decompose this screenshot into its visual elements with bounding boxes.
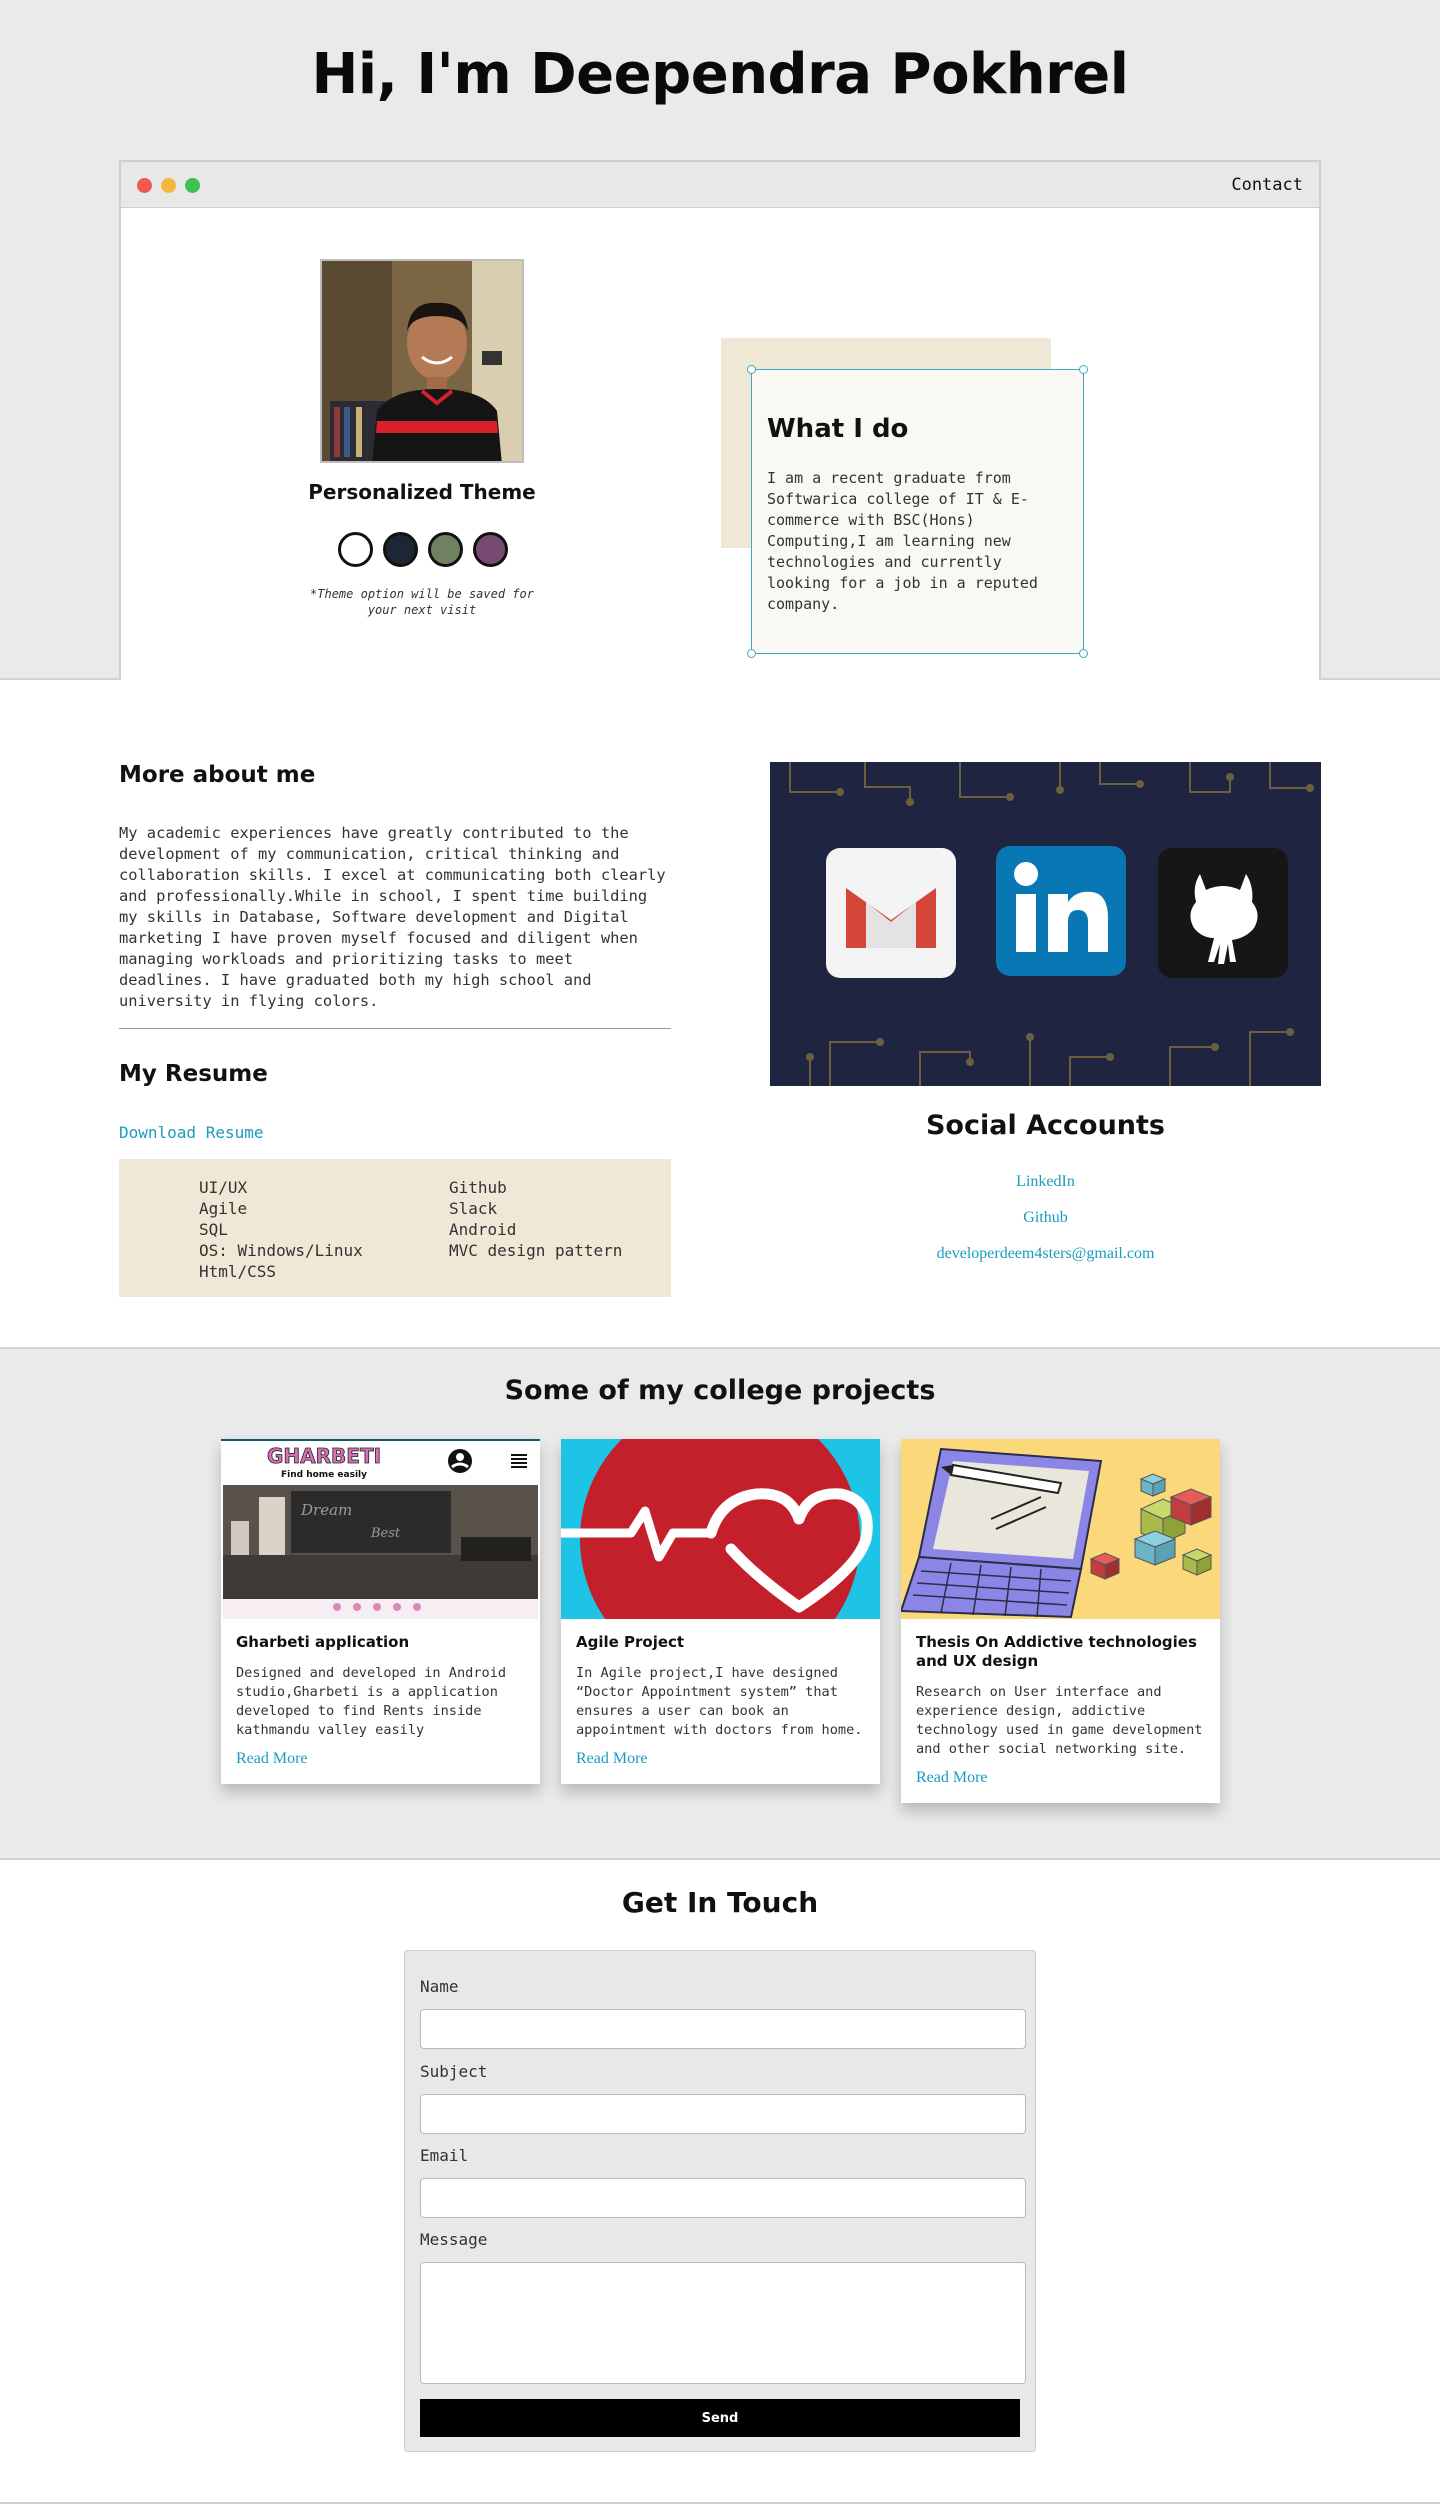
what-i-do-card: What I do I am a recent graduate from So… xyxy=(747,365,1088,658)
theme-note: *Theme option will be saved for your nex… xyxy=(310,587,534,617)
resize-handle-icon xyxy=(1079,649,1088,658)
gharbeti-brand: GHARBETI xyxy=(267,1444,381,1468)
skills-box: UI/UX Agile SQL OS: Windows/Linux Html/C… xyxy=(119,1159,671,1297)
about-title: More about me xyxy=(119,762,316,788)
gharbeti-tagline: Find home easily xyxy=(281,1470,367,1480)
resume-title: My Resume xyxy=(119,1061,268,1087)
theme-swatch-white[interactable] xyxy=(338,532,373,567)
page-title: Hi, I'm Deependra Pokhrel xyxy=(311,42,1129,107)
resize-handle-icon xyxy=(747,649,756,658)
theme-title: Personalized Theme xyxy=(308,480,536,504)
project-description: In Agile project,I have designed “Doctor… xyxy=(576,1665,863,1738)
theme-swatches xyxy=(338,532,508,567)
projects-section: Some of my college projects GHARBETI Fin… xyxy=(0,1347,1440,1860)
browser-window-mockup: Contact Personalized Theme *Theme option… xyxy=(119,160,1321,680)
project-card-gharbeti: GHARBETI Find home easily Dream Best Gha… xyxy=(221,1439,540,1784)
project-card-agile: Agile Project In Agile project,I have de… xyxy=(561,1439,880,1784)
laptop-cubes-illustration xyxy=(901,1439,1220,1619)
skill-item: Github xyxy=(449,1178,507,1197)
project-title: Agile Project xyxy=(576,1633,685,1651)
email-link[interactable]: developerdeem4sters@gmail.com xyxy=(770,1245,1321,1263)
skill-item: UI/UX xyxy=(199,1178,248,1197)
resize-handle-icon xyxy=(1079,365,1088,374)
skill-item: MVC design pattern xyxy=(449,1241,623,1260)
theme-swatch-navy[interactable] xyxy=(383,532,418,567)
divider xyxy=(119,1028,671,1029)
window-title-bar: Contact xyxy=(121,162,1319,208)
github-link[interactable]: Github xyxy=(770,1209,1321,1227)
project-title: Gharbeti application xyxy=(236,1633,410,1651)
svg-text:Best: Best xyxy=(370,1526,401,1541)
skill-item: SQL xyxy=(199,1220,228,1239)
maximize-dot-icon xyxy=(185,178,200,193)
skills-list-right: Github Slack Android MVC design pattern xyxy=(449,1177,622,1261)
social-icons-banner xyxy=(770,762,1321,1086)
gmail-icon[interactable] xyxy=(826,848,956,978)
read-more-link[interactable]: Read More xyxy=(916,1769,988,1786)
what-i-do-text: I am a recent graduate from Softwarica c… xyxy=(767,469,1038,613)
github-icon[interactable] xyxy=(1158,848,1288,978)
linkedin-icon[interactable] xyxy=(996,846,1126,976)
svg-text:Dream: Dream xyxy=(300,1501,352,1519)
heartbeat-image xyxy=(561,1439,880,1619)
message-field[interactable] xyxy=(420,2262,1026,2384)
skill-item: Android xyxy=(449,1220,517,1239)
name-label: Name xyxy=(420,1977,459,1996)
gharbeti-app-screenshot: GHARBETI Find home easily Dream Best xyxy=(221,1439,540,1619)
download-resume-link[interactable]: Download Resume xyxy=(119,1123,264,1142)
social-accounts-title: Social Accounts xyxy=(925,1110,1165,1141)
resize-handle-icon xyxy=(747,365,756,374)
projects-title: Some of my college projects xyxy=(504,1375,936,1406)
project-card-thesis: Thesis On Addictive technologies and UX … xyxy=(901,1439,1220,1803)
subject-field[interactable] xyxy=(420,2094,1026,2134)
email-label: Email xyxy=(420,2146,469,2165)
contact-nav-link[interactable]: Contact xyxy=(1231,175,1303,195)
name-field[interactable] xyxy=(420,2009,1026,2049)
send-button[interactable]: Send xyxy=(420,2399,1020,2437)
project-title: Thesis On Addictive technologies and UX … xyxy=(916,1633,1197,1670)
skill-item: OS: Windows/Linux xyxy=(199,1241,363,1260)
message-label: Message xyxy=(420,2230,488,2249)
about-text: My academic experiences have greatly con… xyxy=(119,824,666,1010)
what-i-do-title: What I do xyxy=(767,414,909,444)
hero-section: Hi, I'm Deependra Pokhrel Contact Person… xyxy=(0,0,1440,680)
read-more-link[interactable]: Read More xyxy=(236,1750,308,1767)
contact-form: Name Subject Email Message Send xyxy=(404,1950,1036,2452)
skill-item: Agile xyxy=(199,1199,248,1218)
read-more-link[interactable]: Read More xyxy=(576,1750,648,1767)
contact-title: Get In Touch xyxy=(621,1886,819,1919)
profile-photo xyxy=(320,259,524,463)
skills-list-left: UI/UX Agile SQL OS: Windows/Linux Html/C… xyxy=(199,1177,363,1282)
project-description: Research on User interface and experienc… xyxy=(916,1684,1203,1757)
skill-item: Html/CSS xyxy=(199,1262,277,1281)
linkedin-link[interactable]: LinkedIn xyxy=(770,1173,1321,1191)
theme-swatch-green[interactable] xyxy=(428,532,463,567)
email-field[interactable] xyxy=(420,2178,1026,2218)
subject-label: Subject xyxy=(420,2062,488,2081)
theme-swatch-purple[interactable] xyxy=(473,532,508,567)
project-description: Designed and developed in Android studio… xyxy=(236,1665,507,1738)
minimize-dot-icon xyxy=(161,178,176,193)
close-dot-icon xyxy=(137,178,152,193)
skill-item: Slack xyxy=(449,1199,498,1218)
